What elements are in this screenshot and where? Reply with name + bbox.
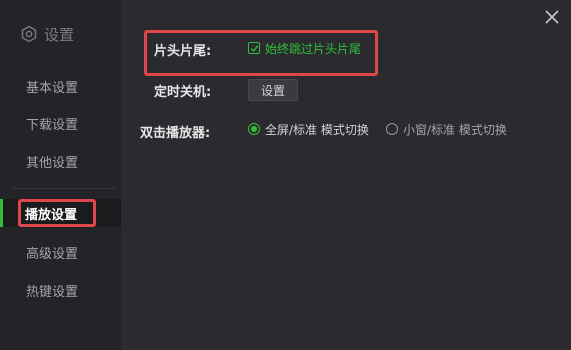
radio-dot — [251, 126, 257, 132]
sidebar-item-label: 高级设置 — [26, 246, 79, 262]
sidebar-item-other[interactable]: 其他设置 — [0, 147, 121, 175]
sidebar-item-label: 其他设置 — [26, 155, 79, 171]
settings-window: 设置 基本设置 下载设置 其他设置 播放设置 高级设置 热键设置 片头片尾: 始… — [0, 0, 571, 350]
sidebar-item-label: 播放设置 — [25, 207, 78, 223]
radio-mini-window-toggle[interactable]: 小窗/标准 模式切换 — [386, 121, 507, 137]
skip-intro-label: 片头片尾: — [154, 44, 212, 59]
gear-icon — [21, 25, 37, 43]
sidebar-item-download[interactable]: 下载设置 — [0, 109, 121, 137]
radio-button-unselected[interactable] — [386, 123, 398, 135]
radio-fullscreen-toggle[interactable]: 全屏/标准 模式切换 — [248, 121, 369, 137]
radio-fullscreen-label: 全屏/标准 模式切换 — [265, 122, 369, 137]
sidebar-item-advanced[interactable]: 高级设置 — [0, 238, 121, 266]
skip-intro-checkbox-label: 始终跳过片头片尾 — [265, 41, 362, 56]
sidebar-item-basic[interactable]: 基本设置 — [0, 72, 121, 100]
sidebar-item-playback[interactable]: 播放设置 — [0, 199, 121, 227]
sidebar-title: 设置 — [20, 22, 74, 46]
checkbox-box[interactable] — [248, 42, 260, 54]
sidebar-divider — [12, 188, 116, 189]
sidebar-title-text: 设置 — [44, 25, 75, 44]
shutdown-timer-settings-button[interactable]: 设置 — [248, 79, 298, 101]
radio-button-selected[interactable] — [248, 123, 260, 135]
sidebar: 设置 基本设置 下载设置 其他设置 播放设置 高级设置 热键设置 — [0, 0, 121, 350]
shutdown-timer-label: 定时关机: — [154, 85, 212, 100]
close-icon[interactable] — [543, 8, 561, 26]
active-indicator — [0, 199, 3, 227]
skip-intro-checkbox[interactable]: 始终跳过片头片尾 — [248, 40, 361, 56]
checkmark-icon — [250, 44, 258, 52]
radio-mini-window-label: 小窗/标准 模式切换 — [403, 122, 507, 137]
sidebar-item-label: 下载设置 — [26, 117, 79, 133]
double-click-label: 双击播放器: — [140, 126, 211, 141]
sidebar-item-label: 热键设置 — [26, 284, 79, 300]
sidebar-item-label: 基本设置 — [26, 80, 79, 96]
sidebar-item-hotkeys[interactable]: 热键设置 — [0, 276, 121, 304]
